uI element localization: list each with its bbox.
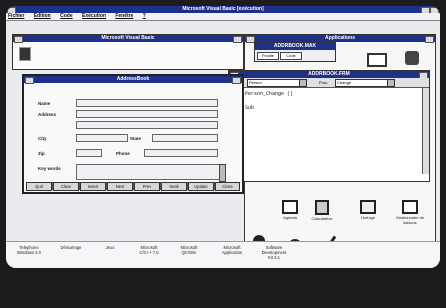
state-field[interactable] [152, 134, 218, 142]
menu-execution[interactable]: Exécution [82, 13, 106, 19]
vb-title: Microsoft Visual Basic [101, 35, 155, 41]
address-field-1[interactable] [76, 110, 218, 118]
code-window: ADDRBOOK.FRM Objet Person Proc. Change S… [228, 70, 430, 182]
form-title: AddressBook [116, 76, 150, 82]
form-button-bar: Quit Clear Insert Next Prev Seek Update … [26, 182, 240, 191]
menu-edition[interactable]: Edition [34, 13, 51, 19]
gestionnaire-icon-item[interactable]: Gestionnaire de liaisons [391, 200, 429, 225]
apps-maximize-icon[interactable] [425, 36, 434, 43]
addressbook-form: AddressBook Name Address City State Zip … [22, 74, 244, 194]
name-label: Name [38, 101, 51, 106]
view-form-button[interactable]: Feuille [257, 52, 279, 60]
calculatrice-icon-item[interactable]: Calculatrice [307, 200, 337, 221]
program-group-bar: Telephone Windows 2.0 Démarrage Jeux Mic… [6, 241, 440, 268]
project-title-bar[interactable]: ADDRBOOK.MAK [255, 43, 335, 50]
object-dropdown-icon[interactable] [299, 79, 307, 87]
menu-code[interactable]: Code [60, 13, 73, 19]
task-jeux[interactable]: Jeux [98, 245, 122, 250]
code-title-bar[interactable]: ADDRBOOK.FRM [229, 71, 429, 79]
zip-label: Zip [38, 151, 45, 156]
task-software-dev[interactable]: Software Development Kit 3.1 [256, 245, 292, 260]
vb-title-bar[interactable]: Microsoft Visual Basic [13, 35, 243, 43]
seek-button[interactable]: Seek [161, 182, 187, 191]
proc-select[interactable]: Change [335, 79, 388, 87]
agenda-label: Agenda [283, 215, 297, 220]
address-field-2[interactable] [76, 121, 218, 129]
horloge-icon-item[interactable]: Horloge [355, 200, 381, 220]
applications-title: Applications [324, 35, 355, 41]
city-field[interactable] [76, 134, 128, 142]
phone-field[interactable] [144, 149, 218, 157]
monitor-screen: Microsoft Visual Basic [exécution] Fichi… [6, 6, 440, 268]
main-title: Microsoft Visual Basic [exécution] [182, 6, 264, 12]
project-window: ADDRBOOK.MAK Feuille Code [254, 42, 336, 62]
monitor-app-icon[interactable] [367, 53, 387, 67]
close-button[interactable]: Close [215, 182, 240, 191]
city-label: City [38, 136, 47, 141]
keywords-field[interactable] [76, 164, 226, 180]
code-scrollbar[interactable] [422, 88, 429, 174]
horloge-label: Horloge [360, 215, 375, 220]
keywords-scrollbar[interactable] [219, 164, 226, 182]
address-label: Address [38, 112, 57, 117]
code-title: ADDRBOOK.FRM [308, 71, 350, 77]
update-button[interactable]: Update [188, 182, 214, 191]
vb-toolbox-icon[interactable] [19, 47, 31, 61]
project-title: ADDRBOOK.MAK [273, 43, 317, 49]
task-qcwin[interactable]: Microsoft QC/Win [174, 245, 204, 255]
clock-icon [360, 200, 376, 214]
view-code-button[interactable]: Code [280, 52, 302, 60]
prev-button[interactable]: Prev [134, 182, 160, 191]
calculator-icon [315, 200, 329, 215]
zip-field[interactable] [76, 149, 102, 157]
agenda-icon-item[interactable]: Agenda [279, 200, 301, 220]
next-button[interactable]: Next [107, 182, 133, 191]
applications-title-bar[interactable]: Applications [245, 35, 435, 43]
form-system-menu-icon[interactable] [25, 77, 34, 84]
insert-button[interactable]: Insert [80, 182, 106, 191]
code-selector-bar: Objet Person Proc. Change [229, 78, 429, 88]
form-title-bar[interactable]: AddressBook [24, 76, 242, 84]
name-field[interactable] [76, 99, 218, 107]
phone-label: Phone [116, 151, 130, 156]
clear-button[interactable]: Clear [53, 182, 79, 191]
calculatrice-label: Calculatrice [311, 216, 333, 221]
object-select[interactable]: Person [247, 79, 300, 87]
task-cpp[interactable]: Microsoft C/C++ 7.0 [134, 245, 164, 255]
agenda-icon [282, 200, 298, 214]
game-app-icon[interactable] [405, 51, 419, 65]
vb-toolbar-window: Microsoft Visual Basic [12, 34, 244, 70]
form-maximize-icon[interactable] [232, 77, 241, 84]
state-label: State [130, 136, 142, 141]
main-title-bar[interactable]: Microsoft Visual Basic [exécution] [6, 6, 440, 14]
menu-fichier[interactable]: Fichier [8, 13, 24, 19]
vb-maximize-icon[interactable] [233, 36, 242, 43]
gestionnaire-label: Gestionnaire de liaisons [395, 215, 425, 225]
task-windows[interactable]: Telephone Windows 2.0 [12, 245, 46, 255]
quit-button[interactable]: Quit [26, 182, 52, 191]
task-demarrage[interactable]: Démarrage [56, 245, 86, 250]
keywords-label: Key words [38, 166, 61, 171]
task-application[interactable]: Microsoft Application [216, 245, 248, 255]
menu-fenetre[interactable]: Fenêtre [115, 13, 133, 19]
proc-dropdown-icon[interactable] [387, 79, 395, 87]
link-manager-icon [402, 200, 418, 214]
proc-label: Proc. [319, 80, 329, 85]
vb-system-menu-icon[interactable] [14, 36, 23, 43]
menu-help[interactable]: ? [143, 13, 146, 19]
menu-bar: Fichier Edition Code Exécution Fenêtre ? [6, 13, 440, 21]
